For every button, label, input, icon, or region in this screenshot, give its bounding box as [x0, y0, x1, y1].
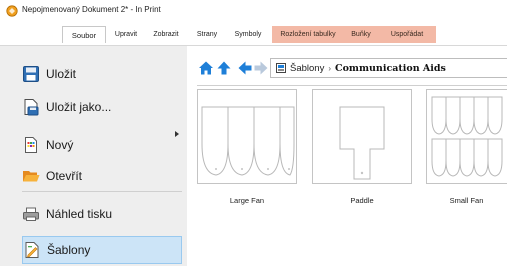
menu-item-templates[interactable]: Šablony [22, 236, 182, 264]
title-bar: Nepojmenovaný Dokument 2* - In Print [0, 0, 507, 22]
templates-folder-icon [276, 63, 286, 73]
template-card-paddle[interactable] [312, 89, 412, 184]
template-card-large-fan[interactable] [197, 89, 297, 184]
breadcrumb-separator-icon: › [328, 64, 331, 73]
tab-rozlozeni-tabulky[interactable]: Rozložení tabulky [272, 26, 344, 43]
app-icon [6, 5, 18, 17]
tab-bunky[interactable]: Buňky [344, 26, 378, 43]
tab-upravit[interactable]: Upravit [108, 26, 144, 43]
menu-item-label: Otevřít [46, 169, 82, 183]
save-as-icon [22, 98, 40, 116]
tab-zobrazit[interactable]: Zobrazit [145, 26, 187, 43]
template-navigation-bar: Šablony › Communication Aids [195, 58, 507, 78]
template-card-small-fan[interactable] [426, 89, 507, 184]
print-preview-icon [22, 205, 40, 223]
menu-item-label: Nový [46, 138, 73, 152]
menu-item-save-as[interactable]: Uložit jako... [22, 93, 182, 121]
tab-symboly[interactable]: Symboly [228, 26, 268, 43]
small-fan-thumbnail [426, 89, 507, 184]
new-document-icon [22, 136, 40, 154]
window-title: Nepojmenovaný Dokument 2* - In Print [22, 5, 161, 14]
breadcrumb-root[interactable]: Šablony [290, 63, 324, 74]
menu-separator [22, 191, 182, 192]
templates-icon [23, 241, 41, 259]
menu-item-print-preview[interactable]: Náhled tisku [22, 200, 182, 228]
menu-item-label: Náhled tisku [46, 207, 112, 221]
up-arrow-icon[interactable] [216, 60, 232, 76]
forward-arrow-icon[interactable] [253, 60, 269, 76]
menu-item-label: Šablony [47, 243, 90, 257]
ribbon-tab-bar: Soubor Upravit Zobrazit Strany Symboly R… [0, 22, 507, 46]
home-icon[interactable] [198, 60, 214, 76]
paddle-thumbnail [312, 89, 412, 184]
breadcrumb: Šablony › Communication Aids [270, 58, 507, 78]
back-arrow-icon[interactable] [237, 60, 253, 76]
menu-item-label: Uložit jako... [46, 100, 111, 114]
tab-soubor[interactable]: Soubor [62, 26, 106, 43]
breadcrumb-current: Communication Aids [335, 63, 446, 74]
large-fan-thumbnail [197, 89, 297, 184]
menu-item-save[interactable]: Uložit [22, 60, 182, 88]
menu-item-new[interactable]: Nový [22, 131, 182, 159]
template-label-small-fan: Small Fan [426, 196, 507, 205]
open-folder-icon [22, 167, 40, 185]
template-label-large-fan: Large Fan [197, 196, 297, 205]
menu-item-label: Uložit [46, 67, 76, 81]
save-icon [22, 65, 40, 83]
menu-item-open[interactable]: Otevřít [22, 162, 182, 190]
tab-usporadat[interactable]: Uspořádat [378, 26, 436, 43]
template-label-paddle: Paddle [312, 196, 412, 205]
tab-strany[interactable]: Strany [192, 26, 222, 43]
